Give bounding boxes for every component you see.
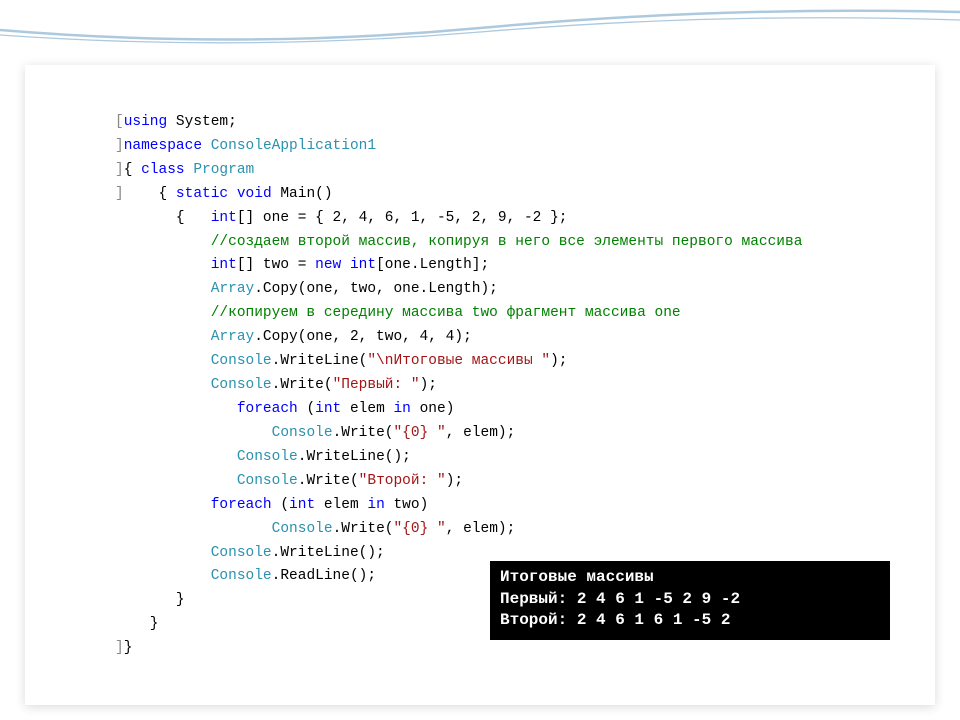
decorative-swoosh	[0, 0, 960, 55]
console-output: Итоговые массивы Первый: 2 4 6 1 -5 2 9 …	[490, 561, 890, 640]
slide-card: [using System; ]namespace ConsoleApplica…	[25, 65, 935, 705]
